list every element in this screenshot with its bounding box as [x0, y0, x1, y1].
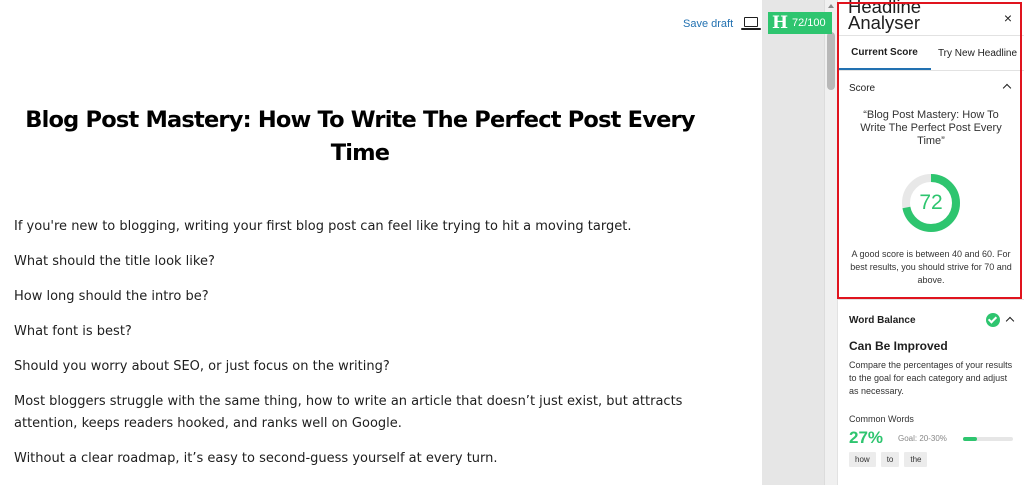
close-icon[interactable]: × [1004, 10, 1012, 26]
post-paragraph[interactable]: Should you worry about SEO, or just focu… [14, 356, 734, 378]
score-panel-header[interactable]: Score [838, 71, 1024, 105]
score-gauge: 72 [900, 172, 962, 234]
chevron-up-icon[interactable] [1002, 83, 1012, 93]
post-paragraph[interactable]: Without a clear roadmap, it’s easy to se… [14, 448, 734, 470]
common-words-label: Common Words [849, 414, 914, 424]
common-words-percentage: 27% [849, 428, 884, 447]
check-circle-icon [986, 313, 1000, 327]
post-paragraph[interactable]: If you're new to blogging, writing your … [14, 216, 734, 238]
editor-canvas: Save draft Blog Post Mastery: How To Wri… [0, 0, 762, 485]
headline-score-badge[interactable]: H 72/100 [768, 12, 832, 34]
save-draft-link[interactable]: Save draft [683, 18, 733, 30]
word-balance-section: Word Balance Can Be Improved Compare the… [838, 305, 1024, 467]
tab-current-score[interactable]: Current Score [838, 36, 931, 70]
word-balance-header[interactable]: Word Balance [838, 305, 1024, 335]
word-balance-description: Compare the percentages of your results … [849, 360, 1013, 396]
word-chip: how [849, 452, 876, 467]
score-value: 72 [919, 191, 943, 214]
common-words-progress-fill [963, 437, 977, 441]
sidebar-title: Headline Analyser [848, 0, 921, 33]
common-words-chips: how to the [838, 450, 1024, 467]
post-body[interactable]: If you're new to blogging, writing your … [14, 216, 734, 483]
word-balance-label: Word Balance [849, 314, 916, 326]
preview-device-icon[interactable] [741, 17, 761, 30]
score-panel-label: Score [849, 82, 876, 94]
post-paragraph[interactable]: What font is best? [14, 321, 734, 343]
headline-analyser-logo-icon: H [771, 13, 789, 33]
post-paragraph[interactable]: What should the title look like? [14, 251, 734, 273]
scroll-up-arrow-icon[interactable] [828, 4, 834, 8]
word-chip: the [904, 452, 928, 467]
post-title[interactable]: Blog Post Mastery: How To Write The Perf… [10, 104, 710, 170]
badge-score: 72/100 [792, 17, 826, 29]
common-words-goal: Goal: 20-30% [898, 434, 947, 443]
sidebar-header: Headline Analyser × [838, 0, 1024, 36]
sidebar-title-line: Analyser [848, 12, 920, 33]
score-hint: A good score is between 40 and 60. For b… [850, 249, 1012, 285]
tab-try-new-headline[interactable]: Try New Headline [931, 36, 1024, 70]
word-balance-status: Can Be Improved [849, 339, 948, 353]
analysed-headline: “Blog Post Mastery: How To Write The Per… [860, 109, 1002, 147]
post-paragraph[interactable]: Most bloggers struggle with the same thi… [14, 391, 734, 435]
word-chip: to [880, 452, 900, 467]
scrollbar-thumb[interactable] [827, 32, 835, 90]
editor-gutter [762, 0, 824, 485]
post-paragraph[interactable]: How long should the intro be? [14, 286, 734, 308]
sidebar-scrollbar[interactable] [824, 0, 837, 485]
common-words-row: 27% Goal: 20-30% [838, 428, 1024, 450]
section-divider [838, 299, 1024, 300]
sidebar-tabs: Current Score Try New Headline [838, 36, 1024, 71]
common-words-progress-bar [963, 437, 1013, 441]
chevron-up-icon[interactable] [1005, 316, 1015, 326]
headline-analyser-sidebar: Headline Analyser × Current Score Try Ne… [837, 0, 1024, 485]
